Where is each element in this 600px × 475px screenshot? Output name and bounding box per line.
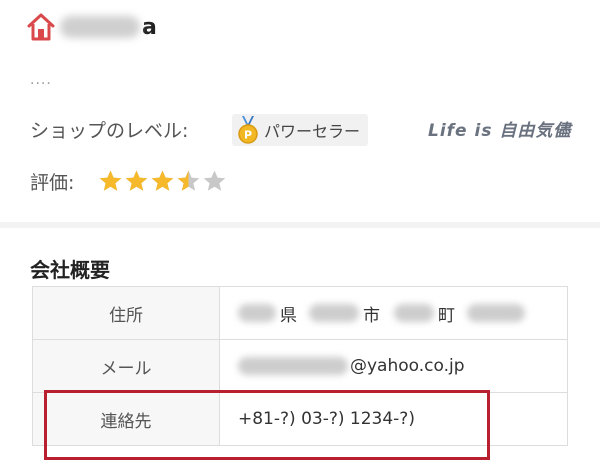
table-row: メール @yahoo.co.jp: [32, 339, 568, 393]
blurred-shop-name: [60, 16, 140, 38]
shop-description-ellipsis: ....: [30, 72, 52, 88]
star-icon: [203, 170, 226, 191]
home-icon[interactable]: [26, 12, 56, 42]
shop-level-value: パワーセラー: [264, 122, 361, 141]
address-label: 住所: [32, 286, 220, 340]
blurred-town: [394, 304, 434, 322]
star-icon: [177, 170, 200, 191]
shop-name: a: [60, 12, 157, 42]
blurred-email-user: [238, 357, 348, 375]
rating-label: 評価:: [30, 172, 75, 194]
watermark: Life is 自由気儘: [428, 121, 572, 141]
address-machi: 町: [438, 305, 455, 326]
table-row: 連絡先 +81-?) 03-?) 1234-?): [32, 392, 568, 446]
shop-level-label: ショップのレベル:: [30, 120, 189, 142]
section-divider: [0, 222, 600, 228]
shop-level-badge: P パワーセラー: [232, 114, 369, 146]
contact-label: 連絡先: [32, 392, 220, 446]
company-overview-title: 会社概要: [30, 258, 110, 282]
table-row: 住所 県 市 町: [32, 286, 568, 340]
star-icon: [99, 170, 122, 191]
email-label: メール: [32, 339, 220, 393]
blurred-street: [467, 304, 525, 322]
blurred-prefecture: [238, 304, 276, 322]
email-domain: @yahoo.co.jp: [350, 356, 465, 376]
shop-name-suffix: a: [142, 14, 157, 40]
rating-stars: [98, 169, 227, 193]
email-value[interactable]: @yahoo.co.jp: [219, 339, 568, 393]
svg-text:P: P: [244, 129, 252, 142]
star-icon: [125, 170, 148, 191]
star-icon: [151, 170, 174, 191]
contact-value[interactable]: +81-?) 03-?) 1234-?): [219, 392, 568, 446]
address-shi: 市: [363, 305, 380, 326]
address-ken: 県: [280, 305, 297, 326]
medal-icon: P: [238, 116, 258, 144]
address-value: 県 市 町: [219, 286, 568, 340]
blurred-city: [309, 304, 359, 322]
company-info-table: 住所 県 市 町 メール @yahoo.co.jp 連絡先 +81-?) 03-…: [32, 286, 568, 446]
